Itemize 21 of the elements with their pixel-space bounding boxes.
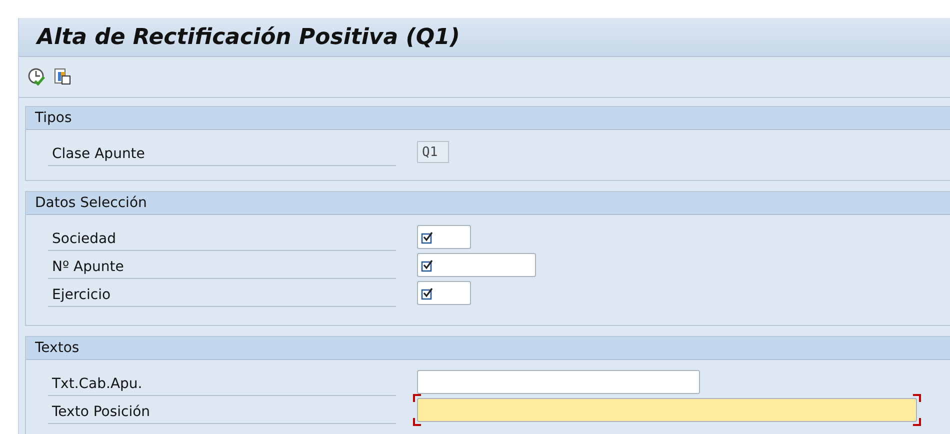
window-title: Alta de Rectificación Positiva (Q1) [37, 24, 460, 50]
field-label: Txt.Cab.Apu. [48, 372, 396, 396]
field-label: Texto Posición [48, 400, 396, 424]
input-field[interactable] [417, 281, 471, 305]
multi-select-icon[interactable] [421, 258, 434, 272]
clock-check-icon[interactable] [27, 67, 47, 87]
field-label: Clase Apunte [48, 142, 396, 166]
input-field[interactable] [417, 370, 700, 394]
input-field[interactable] [417, 398, 917, 422]
field-label: Sociedad [48, 227, 396, 251]
section-header: Datos Selección [26, 192, 950, 215]
section-header: Textos [26, 337, 950, 360]
multi-select-icon[interactable] [421, 286, 434, 300]
value-display: Q1 [417, 141, 449, 163]
section-header: Tipos [26, 107, 950, 130]
field-label: Ejercicio [48, 283, 396, 307]
input-field[interactable] [417, 225, 471, 249]
input-field[interactable] [417, 253, 536, 277]
multi-select-icon[interactable] [421, 230, 434, 244]
copy-icon[interactable] [53, 67, 73, 87]
field-label: Nº Apunte [48, 255, 396, 279]
